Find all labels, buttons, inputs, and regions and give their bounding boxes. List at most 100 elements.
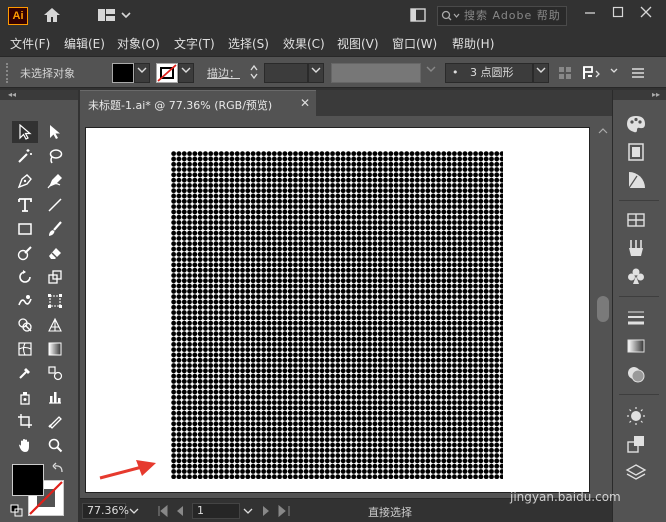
close-window-button[interactable] xyxy=(634,4,658,26)
shaper-tool-icon[interactable] xyxy=(12,242,38,264)
first-prev-artboard-icons[interactable] xyxy=(156,504,190,518)
workspace-layout-icon[interactable] xyxy=(96,6,136,26)
menu-view[interactable]: 视图(V) xyxy=(337,35,379,52)
transparency-panel-icon[interactable] xyxy=(625,364,649,386)
canvas-area[interactable] xyxy=(80,116,594,498)
minimize-button[interactable] xyxy=(578,4,602,26)
column-graph-tool-icon[interactable] xyxy=(42,386,68,408)
line-segment-tool-icon[interactable] xyxy=(42,194,68,216)
control-options-icon[interactable] xyxy=(606,65,622,81)
tools-collapse-icon[interactable]: ◂◂ xyxy=(0,90,78,100)
menu-bar: 文件(F) 编辑(E) 对象(O) 文字(T) 选择(S) 效果(C) 视图(V… xyxy=(0,32,666,54)
menu-type[interactable]: 文字(T) xyxy=(174,35,215,52)
magic-wand-tool-icon[interactable] xyxy=(12,145,38,167)
stroke-weight-input[interactable] xyxy=(264,63,308,83)
variable-width-profile[interactable] xyxy=(331,63,421,83)
swatches-panel-icon[interactable] xyxy=(625,142,649,164)
default-colors-icon[interactable] xyxy=(10,504,24,518)
search-placeholder: 搜索 Adobe 帮助 xyxy=(464,9,561,22)
swap-fill-stroke-icon[interactable] xyxy=(52,462,66,476)
type-tool-icon[interactable] xyxy=(12,194,38,216)
app-logo: Ai xyxy=(8,7,28,25)
gradient-tool-icon[interactable] xyxy=(42,338,68,360)
direct-selection-tool-icon[interactable] xyxy=(42,121,68,143)
fill-swatch[interactable] xyxy=(112,63,134,83)
gradient-panel-icon[interactable] xyxy=(625,336,649,358)
brush-definition-field[interactable]: • 3 点圆形 xyxy=(445,63,533,83)
panel-menu-icon[interactable] xyxy=(630,65,646,81)
next-last-artboard-icons[interactable] xyxy=(258,504,292,518)
menu-select[interactable]: 选择(S) xyxy=(228,35,269,52)
selection-status-label: 未选择对象 xyxy=(20,67,75,80)
artboard-dropdown-icon[interactable] xyxy=(242,504,254,518)
menu-help[interactable]: 帮助(H) xyxy=(452,35,494,52)
stroke-swatch[interactable] xyxy=(156,63,178,83)
color-guide-panel-icon[interactable] xyxy=(625,170,649,192)
vertical-scrollbar[interactable] xyxy=(594,116,612,498)
stroke-label[interactable]: 描边： xyxy=(207,65,240,81)
fill-color-box[interactable] xyxy=(12,464,44,496)
rectangle-tool-icon[interactable] xyxy=(12,218,38,240)
mesh-tool-icon[interactable] xyxy=(12,338,38,360)
warp-tool-icon[interactable] xyxy=(12,290,38,312)
brush-dropdown[interactable] xyxy=(533,63,549,83)
menu-file[interactable]: 文件(F) xyxy=(10,35,50,52)
panel-toggle-icon[interactable] xyxy=(408,6,430,26)
close-tab-icon[interactable]: ✕ xyxy=(300,96,310,110)
symbols-panel-icon[interactable] xyxy=(625,266,649,288)
halftone-dot-grid[interactable] xyxy=(171,151,503,479)
grip-handle[interactable] xyxy=(6,63,10,83)
appearance-panel-icon[interactable] xyxy=(625,406,649,428)
current-tool-status[interactable]: 直接选择 xyxy=(368,504,412,520)
scroll-thumb[interactable] xyxy=(597,296,609,322)
scroll-up-icon[interactable] xyxy=(598,124,608,134)
artboard[interactable] xyxy=(85,127,590,493)
hand-tool-icon[interactable] xyxy=(12,434,38,456)
shape-builder-tool-icon[interactable] xyxy=(12,314,38,336)
control-bar: 未选择对象 描边： • 3 点圆形 xyxy=(0,56,666,88)
scale-tool-icon[interactable] xyxy=(42,266,68,288)
eyedropper-tool-icon[interactable] xyxy=(12,362,38,384)
menu-edit[interactable]: 编辑(E) xyxy=(64,35,105,52)
zoom-tool-icon[interactable] xyxy=(42,434,68,456)
title-bar: Ai 搜索 Adobe 帮助 xyxy=(0,0,666,32)
eraser-tool-icon[interactable] xyxy=(42,242,68,264)
align-arrange-icon[interactable] xyxy=(580,63,602,83)
panel-separator xyxy=(619,296,659,297)
menu-window[interactable]: 窗口(W) xyxy=(392,35,437,52)
document-tab[interactable]: 未标题-1.ai* @ 77.36% (RGB/预览) ✕ xyxy=(80,90,316,116)
rotate-tool-icon[interactable] xyxy=(12,266,38,288)
lasso-tool-icon[interactable] xyxy=(42,145,68,167)
blend-tool-icon[interactable] xyxy=(42,362,68,384)
document-tab-title: 未标题-1.ai* @ 77.36% (RGB/预览) xyxy=(88,99,273,112)
help-search-input[interactable]: 搜索 Adobe 帮助 xyxy=(437,6,567,26)
profile-dropdown[interactable] xyxy=(423,63,439,83)
selection-tool-icon[interactable] xyxy=(12,121,38,143)
menu-effect[interactable]: 效果(C) xyxy=(283,35,325,52)
fill-dropdown[interactable] xyxy=(134,63,150,83)
curvature-tool-icon[interactable] xyxy=(42,170,68,192)
perspective-grid-tool-icon[interactable] xyxy=(42,314,68,336)
stroke-panel-icon[interactable] xyxy=(625,308,649,330)
stroke-weight-dropdown[interactable] xyxy=(308,63,324,83)
free-transform-tool-icon[interactable] xyxy=(42,290,68,312)
recolor-grid-icon[interactable] xyxy=(557,65,573,81)
maximize-button[interactable] xyxy=(606,4,630,26)
color-panel-icon[interactable] xyxy=(625,114,649,136)
zoom-dropdown-icon[interactable] xyxy=(128,504,140,518)
swatch-libraries-panel-icon[interactable] xyxy=(625,210,649,232)
symbol-sprayer-tool-icon[interactable] xyxy=(12,386,38,408)
artboard-tool-icon[interactable] xyxy=(12,410,38,432)
slice-tool-icon[interactable] xyxy=(42,410,68,432)
home-icon[interactable] xyxy=(42,6,64,26)
stroke-dropdown[interactable] xyxy=(178,63,194,83)
menu-object[interactable]: 对象(O) xyxy=(117,35,160,52)
right-panel-collapse-icon[interactable]: ▸▸ xyxy=(613,90,666,100)
zoom-level-field[interactable]: 77.36% xyxy=(82,503,129,519)
stroke-weight-stepper[interactable] xyxy=(247,63,261,83)
pen-tool-icon[interactable] xyxy=(12,170,38,192)
artboard-number-field[interactable]: 1 xyxy=(192,503,240,519)
red-arrow-annotation-icon xyxy=(98,458,160,482)
paintbrush-tool-icon[interactable] xyxy=(42,218,68,240)
brushes-panel-icon[interactable] xyxy=(625,238,649,260)
